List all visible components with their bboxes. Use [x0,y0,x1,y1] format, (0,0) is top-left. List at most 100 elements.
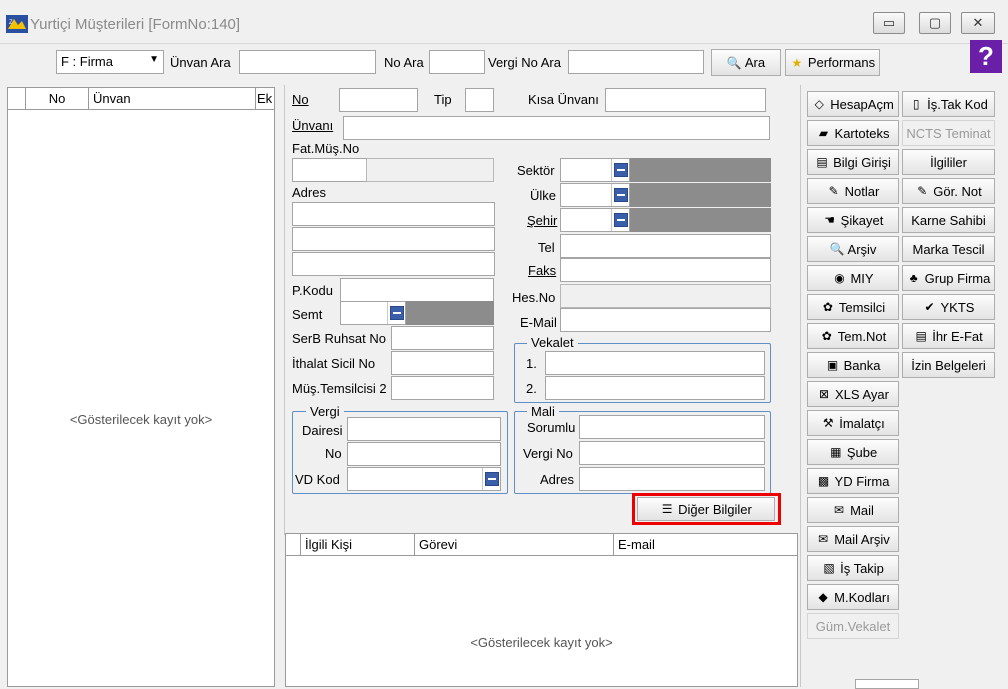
adres-line-3[interactable] [292,252,495,276]
svg-text:Z: Z [9,20,13,26]
fat-mus-no-input[interactable] [292,158,367,182]
side-button-side_buttons_col1-16[interactable]: ▧ İş Takip [807,555,899,581]
unvan-ara-input[interactable] [239,50,376,74]
side-button-side_buttons_col1-12[interactable]: ▦ Şube [807,439,899,465]
chevron-down-icon: ▼ [149,54,159,65]
vergi-no-ara-input[interactable] [568,50,704,74]
unvan-ara-label: Ünvan Ara [170,55,231,70]
kisa-unvani-input[interactable] [605,88,766,112]
ara-button[interactable]: 🔍 Ara [711,49,781,76]
vergi-dairesi-input[interactable] [347,417,501,441]
tel-input[interactable] [560,234,771,258]
adres-line-1[interactable] [292,202,495,226]
column-ilgili-kisi[interactable]: İlgili Kişi [301,534,415,556]
search-icon: 🔍 [726,55,742,70]
side-button-side_buttons_col1-2[interactable]: ▤ Bilgi Girişi [807,149,899,175]
help-icon[interactable]: ? [970,40,1002,73]
close-button[interactable]: ✕ [961,12,995,34]
sehir-select[interactable] [560,208,630,232]
email-label: E-Mail [520,315,557,330]
serb-ruhsat-input[interactable] [391,326,494,350]
vekalet-1-input[interactable] [545,351,765,375]
maximize-icon: ▢ [928,15,942,30]
column-ek[interactable]: Ek [256,88,274,110]
side-button-side_buttons_col1-7[interactable]: ✿ Temsilci [807,294,899,320]
ithalat-sicil-input[interactable] [391,351,494,375]
side-button-side_buttons_col2-5[interactable]: Marka Tescil [902,236,995,262]
side-button-side_buttons_col1-17[interactable]: ◆ M.Kodları [807,584,899,610]
window-title: Yurtiçi Müşterileri [FormNo:140] [30,16,241,33]
side-button-side_buttons_col2-2[interactable]: İlgililer [902,149,995,175]
side-button-side_buttons_col1-3[interactable]: ✎ Notlar [807,178,899,204]
mali-sorumlu-input[interactable] [579,415,765,439]
email-input[interactable] [560,308,771,332]
side-button-side_buttons_col2-7[interactable]: ✔ YKTS [902,294,995,320]
list-icon: ☰ [661,502,673,516]
performans-button[interactable]: ★ Performans [785,49,880,76]
side-button-label: Karne Sahibi [911,212,986,228]
side-button-side_buttons_col1-14[interactable]: ✉ Mail [807,497,899,523]
type-select[interactable]: F : Firma ▼ [56,50,164,74]
semt-select[interactable] [340,301,406,325]
vd-kod-label: VD Kod [295,472,340,487]
side-button-label: İş.Tak Kod [927,96,988,112]
star-icon: ★ [791,55,803,70]
column-no[interactable]: No [26,88,89,110]
maximize-button[interactable]: ▢ [919,12,951,34]
side-button-side_buttons_col1-15[interactable]: ✉ Mail Arşiv [807,526,899,552]
mali-vergi-no-input[interactable] [579,441,765,465]
side-button-side_buttons_col1-5[interactable]: 🔍 Arşiv [807,236,899,262]
side-button-side_buttons_col2-9[interactable]: İzin Belgeleri [902,352,995,378]
contacts-grid[interactable]: İlgili Kişi Görevi E-mail <Gösterilecek … [285,533,798,687]
side-button-icon: ✔ [924,300,935,314]
side-button-side_buttons_col2-4[interactable]: Karne Sahibi [902,207,995,233]
side-button-side_buttons_col2-3[interactable]: ✎ Gör. Not [902,178,995,204]
side-button-side_buttons_col1-10[interactable]: ⊠ XLS Ayar [807,381,899,407]
side-button-label: Marka Tescil [912,241,985,257]
diger-bilgiler-button[interactable]: ☰ Diğer Bilgiler [637,497,775,521]
sehir-name [630,208,771,232]
side-button-side_buttons_col1-11[interactable]: ⚒ İmalatçı [807,410,899,436]
vekalet-2-input[interactable] [545,376,765,400]
side-button-side_buttons_col2-1[interactable]: NCTS Teminat [902,120,995,146]
side-button-side_buttons_col2-6[interactable]: ♣ Grup Firma [902,265,995,291]
vd-kod-select[interactable] [347,467,501,491]
vekalet-title: Vekalet [527,335,578,350]
adres-line-2[interactable] [292,227,495,251]
side-button-side_buttons_col1-18[interactable]: Güm.Vekalet [807,613,899,639]
vergi-title: Vergi [306,404,344,419]
no-input[interactable] [339,88,418,112]
column-unvan[interactable]: Ünvan [89,88,256,110]
column-email[interactable]: E-mail [614,534,797,556]
pkodu-input[interactable] [340,278,494,302]
side-button-side_buttons_col2-0[interactable]: ▯ İş.Tak Kod [902,91,995,117]
side-button-side_buttons_col1-0[interactable]: ◇ HesapAçm [807,91,899,117]
tip-input[interactable] [465,88,494,112]
minimize-icon: ▭ [882,15,896,30]
mali-adres-input[interactable] [579,467,765,491]
side-button-side_buttons_col1-4[interactable]: ☚ Şikayet [807,207,899,233]
sektor-select[interactable] [560,158,630,182]
side-button-side_buttons_col1-13[interactable]: ▩ YD Firma [807,468,899,494]
faks-input[interactable] [560,258,771,282]
side-button-side_buttons_col1-1[interactable]: ▰ Kartoteks [807,120,899,146]
side-button-label: XLS Ayar [835,386,889,402]
title-bar: Z Yurtiçi Müşterileri [FormNo:140] ▭ ▢ ✕ [0,0,1008,44]
tel-label: Tel [538,240,555,255]
column-gorevi[interactable]: Görevi [415,534,614,556]
side-button-side_buttons_col2-8[interactable]: ▤ İhr E-Fat [902,323,995,349]
hes-no-label: Hes.No [512,290,556,305]
bottom-field[interactable] [855,679,919,689]
side-button-side_buttons_col1-8[interactable]: ✿ Tem.Not [807,323,899,349]
vergi-no-input[interactable] [347,442,501,466]
minimize-button[interactable]: ▭ [873,12,905,34]
side-button-side_buttons_col1-6[interactable]: ◉ MIY [807,265,899,291]
side-button-side_buttons_col1-9[interactable]: ▣ Banka [807,352,899,378]
no-ara-input[interactable] [429,50,485,74]
side-button-icon: ▰ [818,126,829,140]
mus-temsilcisi-input[interactable] [391,376,494,400]
side-button-icon: ✿ [821,329,832,343]
ulke-select[interactable] [560,183,630,207]
customer-list[interactable]: No Ünvan Ek <Gösterilecek kayıt yok> [7,87,275,687]
unvani-input[interactable] [343,116,770,140]
